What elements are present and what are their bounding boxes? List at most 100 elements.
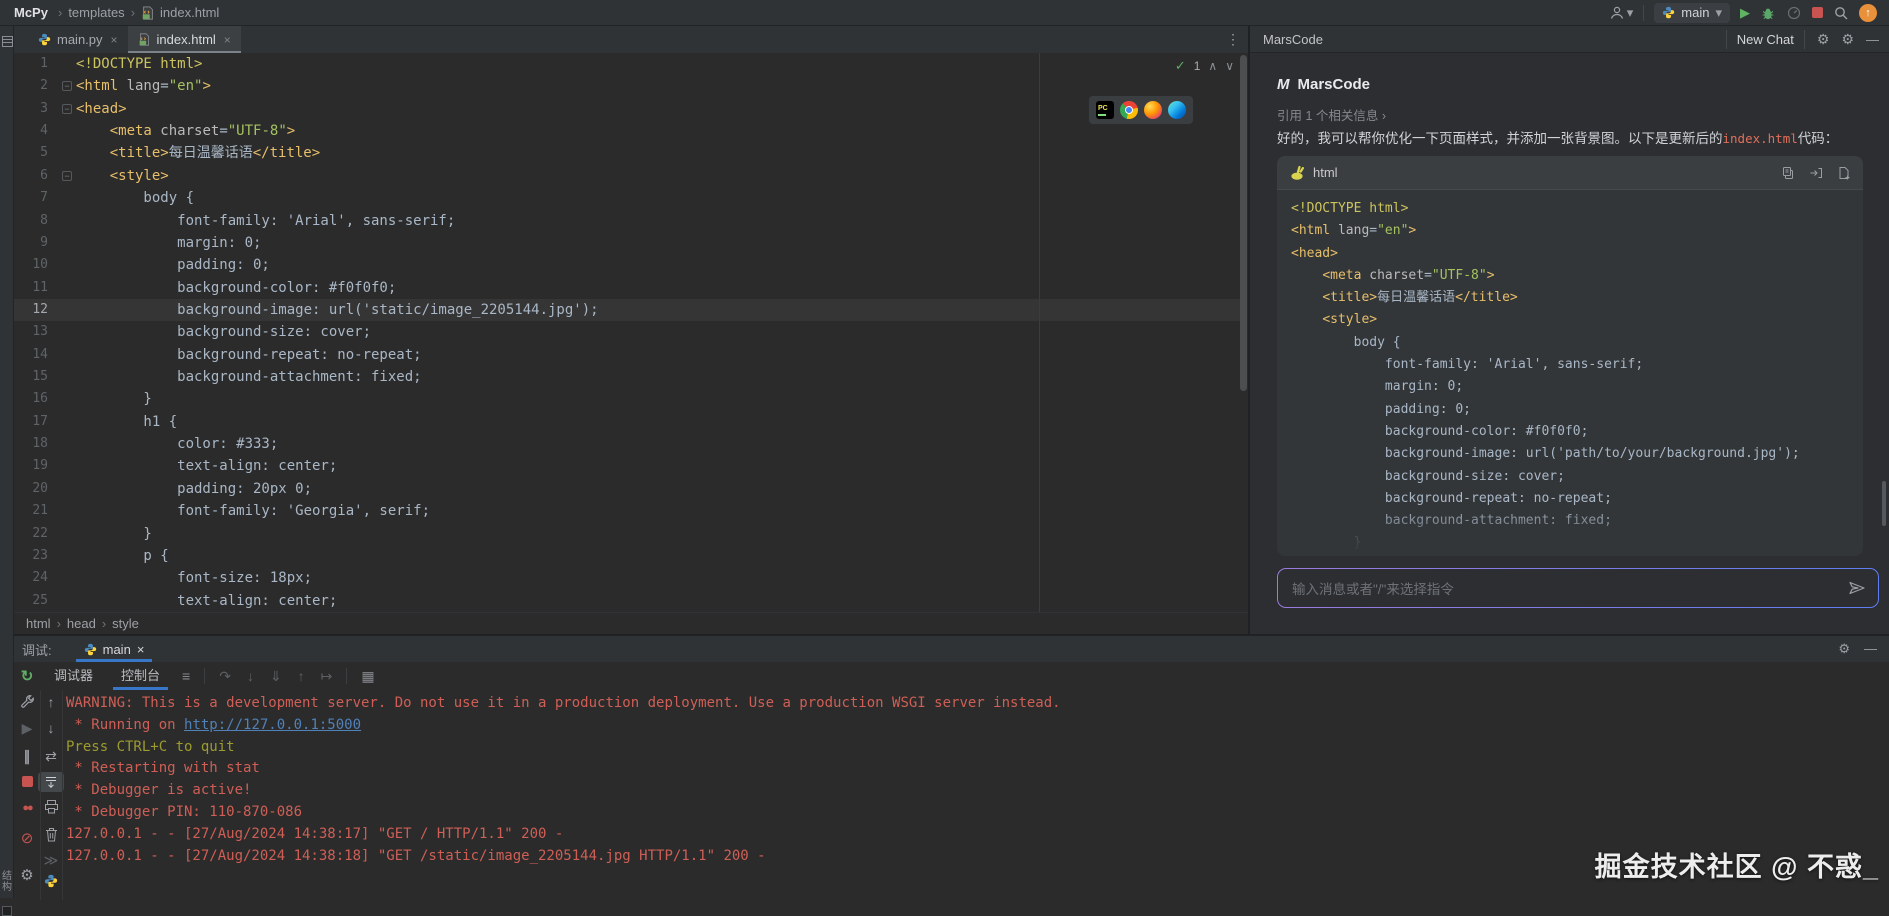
rabbit-icon	[1289, 165, 1305, 181]
breadcrumb-folder[interactable]: templates	[68, 5, 124, 20]
new-file-icon[interactable]	[1837, 166, 1851, 180]
mute-breakpoints-icon[interactable]: ⊘	[14, 829, 40, 847]
new-chat-button[interactable]: New Chat	[1726, 30, 1805, 49]
inspections-widget[interactable]: ✓ 1 ∧ ∨	[1175, 58, 1234, 74]
marscode-settings-icon[interactable]: ⚙	[1817, 31, 1830, 48]
input-placeholder: 输入消息或者"/"来选择指令	[1292, 578, 1454, 598]
marscode-panel-header: MarsCode New Chat ⚙ ⚙ —	[1250, 26, 1889, 53]
toolbar-divider	[346, 668, 347, 684]
pycharm-preview-icon[interactable]: PC	[1096, 101, 1114, 119]
console-output[interactable]: WARNING: This is a development server. D…	[66, 693, 1061, 867]
tool-window-icon[interactable]	[2, 906, 12, 916]
run-button[interactable]: ▶	[1740, 5, 1750, 21]
tab-console[interactable]: 控制台	[107, 662, 174, 690]
chat-input-wrapper: 输入消息或者"/"来选择指令	[1277, 568, 1879, 608]
message-text: 代码：	[1798, 131, 1839, 146]
copy-icon[interactable]	[1781, 166, 1795, 180]
debug-tool-window: 调试: main × ⚙ — ↻ 调试器 控制台 ≡ ↷ ↓ ⇓ ↑ ↦ ▦ ▶…	[14, 634, 1889, 898]
view-breakpoints-icon[interactable]: ●●	[14, 802, 40, 814]
code-content[interactable]: <!DOCTYPE html><html lang="en"><head> <m…	[76, 53, 599, 612]
chat-code-block: html <!DOCTYPE html><html lang="en"><hea…	[1277, 156, 1863, 556]
close-icon[interactable]: ×	[111, 33, 118, 47]
scroll-to-end-icon[interactable]	[38, 772, 64, 792]
breadcrumb-style[interactable]: style	[112, 616, 139, 631]
close-icon[interactable]: ×	[137, 642, 145, 657]
run-configuration-selector[interactable]: main ▾	[1654, 3, 1730, 23]
down-stack-icon[interactable]: ↓	[38, 720, 64, 736]
breadcrumb-head[interactable]: head	[67, 616, 96, 631]
chat-scrollbar[interactable]	[1882, 481, 1886, 526]
code-block-content[interactable]: <!DOCTYPE html><html lang="en"><head> <m…	[1277, 190, 1863, 555]
firefox-icon[interactable]	[1144, 101, 1162, 119]
project-tool-icon[interactable]	[2, 36, 13, 47]
marscode-panel: MarsCode New Chat ⚙ ⚙ — M MarsCode 引用 1 …	[1250, 26, 1889, 634]
editor-tab-bar: main.py × index.html × ⋮	[14, 26, 1248, 53]
chat-input[interactable]: 输入消息或者"/"来选择指令	[1278, 569, 1878, 607]
session-tab-label: main	[103, 642, 131, 657]
tab-index-html[interactable]: index.html ×	[128, 26, 241, 53]
pause-icon[interactable]: ∥	[14, 748, 40, 765]
reference-link[interactable]: 引用 1 个相关信息 ›	[1277, 105, 1386, 124]
breadcrumb-project[interactable]: McPy	[14, 5, 48, 20]
console-prompt-icon[interactable]: ≫	[38, 852, 64, 869]
inline-code: index.html	[1723, 131, 1798, 146]
breadcrumb-html[interactable]: html	[26, 616, 51, 631]
python-console-icon[interactable]	[38, 874, 64, 888]
soft-wrap-icon[interactable]: ⇄	[38, 748, 64, 765]
print-icon[interactable]	[38, 800, 64, 814]
code-editor[interactable]: 1234567891011121314151617181920212223242…	[14, 53, 1248, 612]
run-config-name: main	[1681, 5, 1709, 20]
profiler-button[interactable]	[1786, 5, 1802, 21]
debug-session-tab[interactable]: main ×	[74, 636, 155, 662]
tab-debugger[interactable]: 调试器	[40, 662, 107, 690]
run-to-cursor-icon[interactable]: ↦	[321, 668, 333, 685]
structure-tool-label[interactable]: 结构	[1, 871, 13, 893]
toolbar-divider	[204, 668, 205, 684]
close-icon[interactable]: ×	[224, 33, 231, 47]
gear-icon[interactable]: ⚙	[1838, 641, 1850, 657]
breadcrumb-separator: ›	[58, 5, 62, 20]
ide-update-badge[interactable]: ↑	[1859, 4, 1877, 22]
tab-label: main.py	[57, 32, 103, 47]
insert-at-cursor-icon[interactable]	[1809, 166, 1823, 180]
search-everywhere-icon[interactable]	[1833, 5, 1849, 21]
clear-console-icon[interactable]	[38, 827, 64, 842]
minimize-icon[interactable]: —	[1866, 32, 1879, 47]
step-over-icon[interactable]: ↷	[219, 668, 231, 685]
debug-panel-label: 调试:	[22, 640, 52, 659]
stop-button[interactable]	[1812, 7, 1823, 18]
layout-menu-icon[interactable]: ≡	[182, 668, 190, 684]
stop-icon[interactable]	[14, 774, 40, 790]
resume-icon[interactable]: ▶	[14, 720, 40, 737]
breadcrumb-separator: ›	[102, 616, 106, 631]
up-stack-icon[interactable]: ↑	[38, 694, 64, 710]
marscode-logo-icon: M	[1277, 76, 1290, 93]
force-step-into-icon[interactable]: ⇓	[270, 668, 282, 685]
wrench-icon[interactable]	[14, 694, 40, 709]
tool-window-stripe: 结构	[0, 26, 14, 898]
minimize-icon[interactable]: —	[1864, 641, 1877, 657]
chevron-down-icon: ▾	[1627, 5, 1634, 21]
evaluate-expression-icon[interactable]: ▦	[361, 668, 374, 685]
send-icon[interactable]	[1848, 580, 1866, 596]
user-icon[interactable]: ▾	[1609, 5, 1634, 21]
edge-icon[interactable]	[1168, 101, 1186, 119]
tab-options-kebab-icon[interactable]: ⋮	[1226, 31, 1240, 48]
toolbar-divider	[1643, 5, 1644, 21]
inspection-count: 1	[1194, 59, 1201, 73]
code-block-header: html	[1277, 156, 1863, 190]
chrome-icon[interactable]	[1120, 101, 1138, 119]
line-number-gutter[interactable]: 1234567891011121314151617181920212223242…	[14, 53, 60, 612]
rerun-icon[interactable]: ↻	[14, 667, 40, 685]
step-into-icon[interactable]: ↓	[247, 668, 254, 684]
tab-main-py[interactable]: main.py ×	[28, 26, 128, 53]
debug-button[interactable]	[1760, 5, 1776, 21]
editor-scrollbar[interactable]	[1240, 55, 1247, 391]
breadcrumb-file[interactable]: index.html	[160, 5, 219, 20]
tool-window-gear-icon[interactable]: ⚙	[1841, 31, 1854, 48]
check-icon: ✓	[1175, 58, 1186, 74]
next-problem-icon[interactable]: ∨	[1225, 59, 1234, 73]
prev-problem-icon[interactable]: ∧	[1208, 59, 1217, 73]
settings-gear-icon[interactable]: ⚙	[14, 866, 40, 884]
step-out-icon[interactable]: ↑	[298, 668, 305, 684]
